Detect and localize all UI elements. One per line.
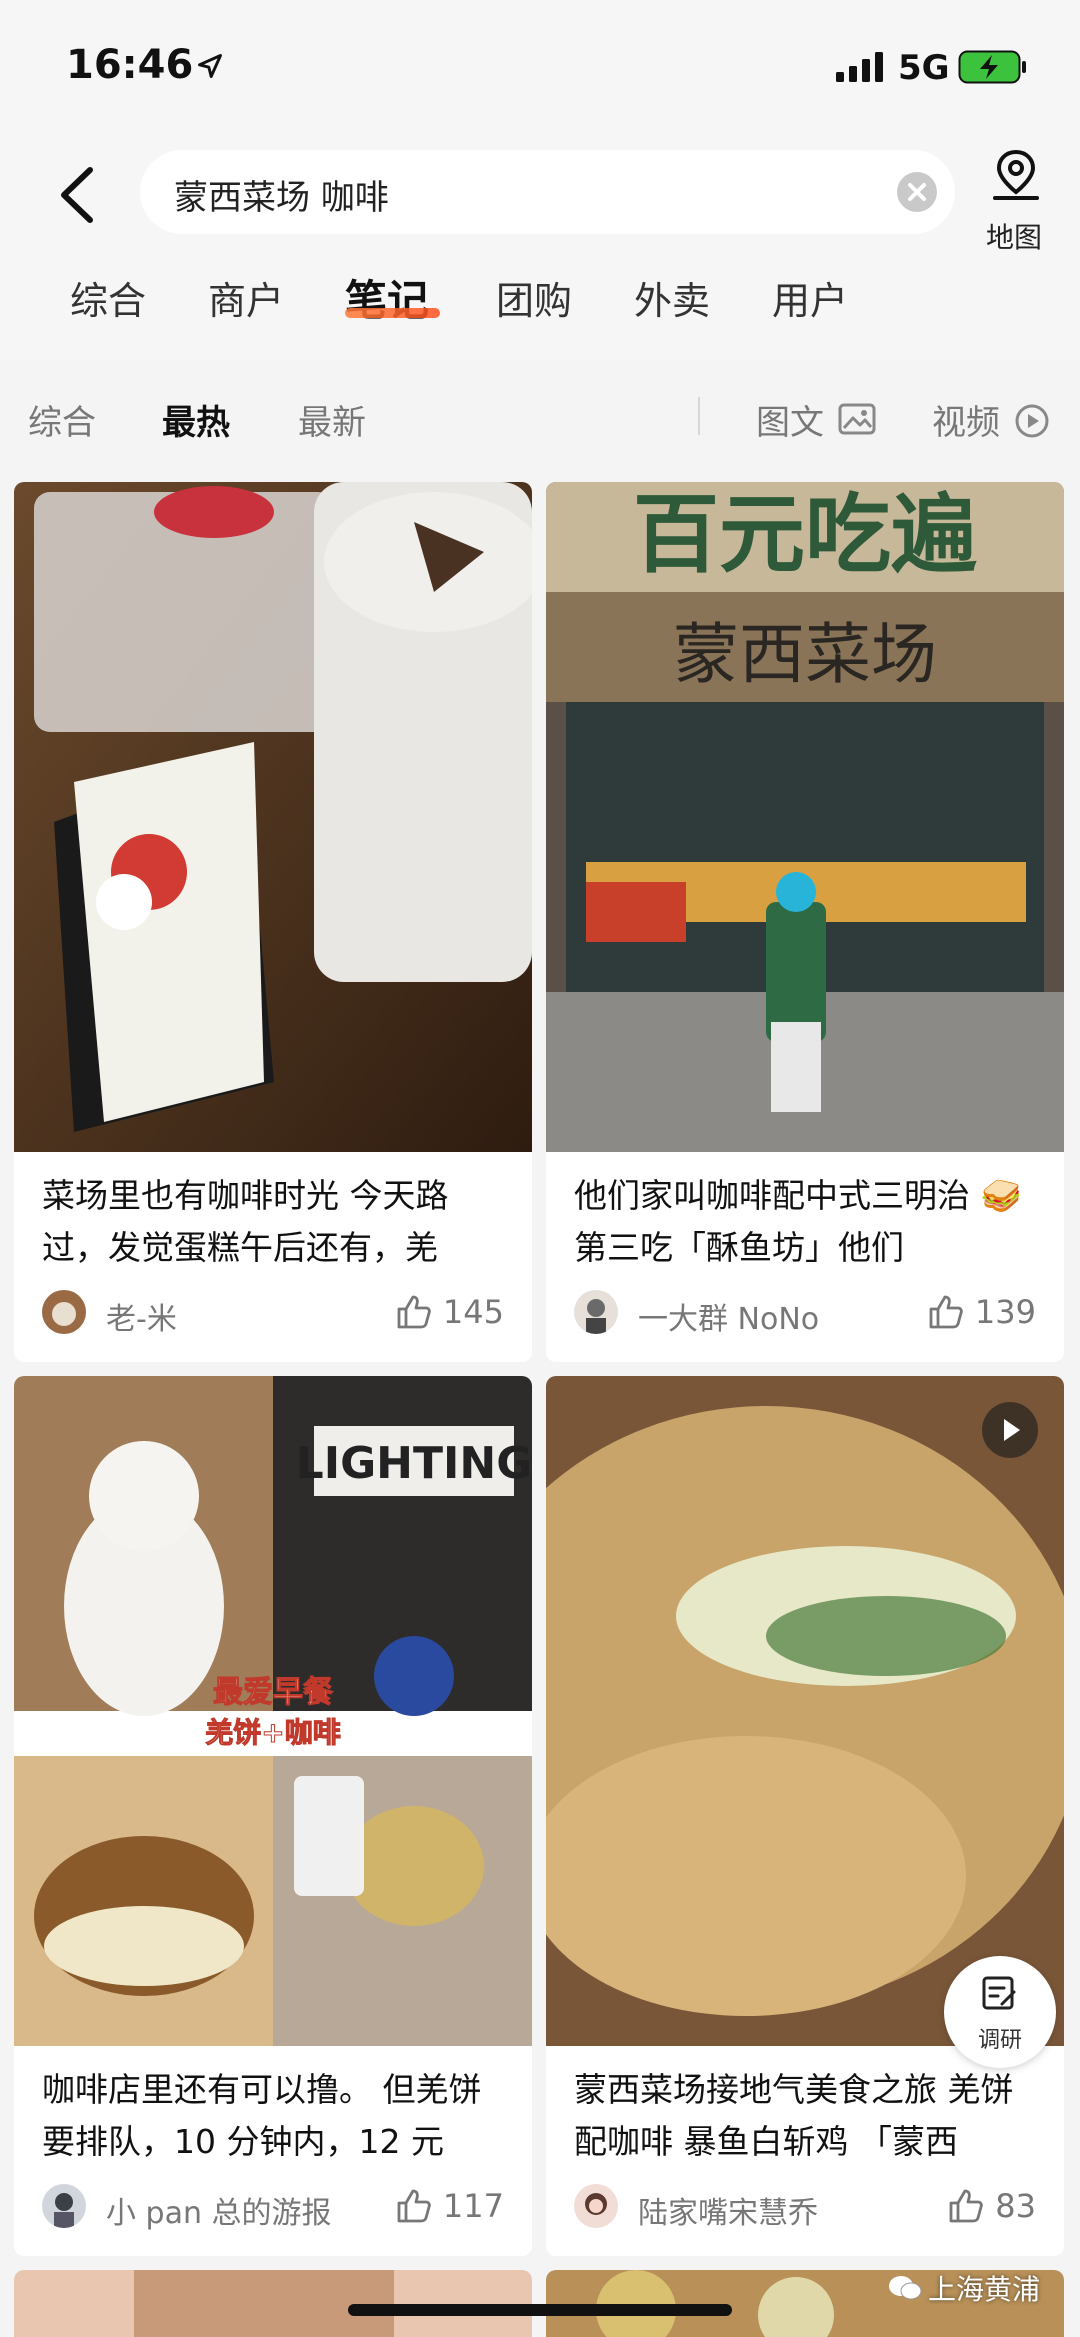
map-button[interactable]: 地图 bbox=[976, 148, 1056, 254]
avatar[interactable] bbox=[42, 2184, 86, 2228]
thumbs-up-icon bbox=[929, 1295, 963, 1329]
author-name[interactable]: 老-米 bbox=[106, 1294, 177, 1338]
network-type: 5G bbox=[898, 48, 950, 88]
research-button[interactable]: 调研 bbox=[944, 1956, 1056, 2068]
note-card[interactable]: 百元吃遍 蒙西菜场 他们家叫咖啡配中式三明治 🥪 第三吃「酥鱼坊」他们 一大群 … bbox=[546, 482, 1064, 1362]
note-cover-image[interactable]: 百元吃遍 蒙西菜场 bbox=[546, 482, 1064, 1152]
like-button[interactable]: 139 bbox=[927, 1290, 1036, 1334]
main-tabs: 综合 商户 笔记 团购 外卖 用户 bbox=[0, 270, 1080, 350]
note-title[interactable]: 咖啡店里还有可以撸。 但羌饼要排队，10 分钟内，12 元 bbox=[42, 2064, 512, 2168]
tab-merchants[interactable]: 商户 bbox=[208, 270, 284, 325]
sign-text-top: 百元吃遍 bbox=[633, 485, 977, 585]
sort-hottest[interactable]: 最热 bbox=[162, 395, 230, 444]
map-pin-icon bbox=[993, 149, 1039, 200]
author-name[interactable]: 陆家嘴宋慧乔 bbox=[638, 2188, 818, 2232]
thumbs-up-icon bbox=[949, 2189, 984, 2223]
clear-icon[interactable] bbox=[897, 172, 937, 212]
video-play-icon[interactable] bbox=[982, 1402, 1038, 1458]
sort-newest[interactable]: 最新 bbox=[298, 395, 366, 444]
filter-video[interactable]: 视频 bbox=[932, 395, 1000, 444]
search-header: 蒙西菜场 咖啡 地图 综合 商户 笔记 团购 外卖 用户 bbox=[0, 130, 1080, 360]
tab-group-buy[interactable]: 团购 bbox=[496, 270, 572, 325]
sign-text-bottom: 蒙西菜场 bbox=[673, 616, 937, 693]
filter-image-text[interactable]: 图文 bbox=[756, 395, 824, 444]
avatar[interactable] bbox=[42, 1290, 86, 1334]
thumbs-up-icon bbox=[397, 2189, 431, 2223]
note-card[interactable]: 蒙西菜场接地气美食之旅 羌饼配咖啡 暴鱼白斩鸡 「蒙西 陆家嘴宋慧乔 83 bbox=[546, 1376, 1064, 2256]
sort-comprehensive[interactable]: 综合 bbox=[28, 395, 96, 444]
like-count: 83 bbox=[995, 2187, 1036, 2225]
tab-takeout[interactable]: 外卖 bbox=[634, 270, 710, 325]
search-input[interactable]: 蒙西菜场 咖啡 bbox=[140, 150, 955, 234]
play-circle-icon bbox=[1015, 404, 1049, 438]
note-title[interactable]: 菜场里也有咖啡时光 今天路过，发觉蛋糕午后还有，羌 bbox=[42, 1170, 512, 1274]
location-arrow-icon bbox=[198, 54, 222, 78]
note-cover-image[interactable] bbox=[546, 1376, 1064, 2046]
status-bar: 16:46 5G bbox=[0, 0, 1080, 130]
tab-notes[interactable]: 笔记 bbox=[345, 267, 429, 328]
back-icon[interactable] bbox=[50, 160, 110, 230]
status-time: 16:46 bbox=[66, 42, 194, 88]
tab-users[interactable]: 用户 bbox=[772, 270, 848, 325]
active-tab-indicator bbox=[345, 308, 440, 318]
research-label: 调研 bbox=[977, 2028, 1022, 2053]
watermark: 上海黄浦 bbox=[888, 2268, 1040, 2308]
tab-comprehensive[interactable]: 综合 bbox=[70, 270, 146, 325]
battery-charging-icon bbox=[958, 50, 1026, 84]
like-count: 117 bbox=[442, 2187, 504, 2225]
home-indicator[interactable] bbox=[348, 2304, 732, 2316]
avatar[interactable] bbox=[574, 1290, 618, 1334]
note-card[interactable]: 菜场里也有咖啡时光 今天路过，发觉蛋糕午后还有，羌 老-米 145 bbox=[14, 482, 532, 1362]
note-title[interactable]: 他们家叫咖啡配中式三明治 🥪 第三吃「酥鱼坊」他们 bbox=[574, 1170, 1044, 1274]
note-title[interactable]: 蒙西菜场接地气美食之旅 羌饼配咖啡 暴鱼白斩鸡 「蒙西 bbox=[574, 2064, 1044, 2168]
image-caption-2: 羌饼+咖啡 bbox=[205, 1716, 340, 1749]
sort-filter-bar: 综合 最热 最新 图文 视频 bbox=[0, 365, 1080, 475]
like-button[interactable]: 117 bbox=[395, 2184, 504, 2228]
thumbs-up-icon bbox=[397, 1295, 431, 1329]
like-count: 145 bbox=[442, 1293, 504, 1331]
note-cover-image[interactable]: LIGHTING 最爱早餐 羌饼+咖啡 bbox=[14, 1376, 532, 2046]
like-count: 139 bbox=[974, 1293, 1036, 1331]
wechat-icon bbox=[889, 2276, 922, 2300]
image-caption-1: 最爱早餐 bbox=[213, 1675, 334, 1710]
like-button[interactable]: 83 bbox=[947, 2184, 1036, 2228]
edit-note-icon bbox=[982, 1976, 1016, 2010]
author-name[interactable]: 小 pan 总的游报 bbox=[106, 2188, 332, 2232]
image-icon bbox=[838, 403, 876, 435]
sign-lighting: LIGHTING bbox=[296, 1438, 532, 1489]
filter-divider bbox=[698, 397, 700, 435]
cellular-signal-icon bbox=[836, 52, 883, 82]
watermark-text: 上海黄浦 bbox=[928, 2273, 1041, 2306]
avatar[interactable] bbox=[574, 2184, 618, 2228]
note-card[interactable]: LIGHTING 最爱早餐 羌饼+咖啡 咖啡店里还有可以撸。 但羌饼要排队，10… bbox=[14, 1376, 532, 2256]
map-label: 地图 bbox=[986, 221, 1043, 254]
search-query[interactable]: 蒙西菜场 咖啡 bbox=[174, 170, 389, 219]
note-cover-image[interactable] bbox=[14, 482, 532, 1152]
author-name[interactable]: 一大群 NoNo bbox=[638, 1294, 819, 1338]
like-button[interactable]: 145 bbox=[395, 1290, 504, 1334]
